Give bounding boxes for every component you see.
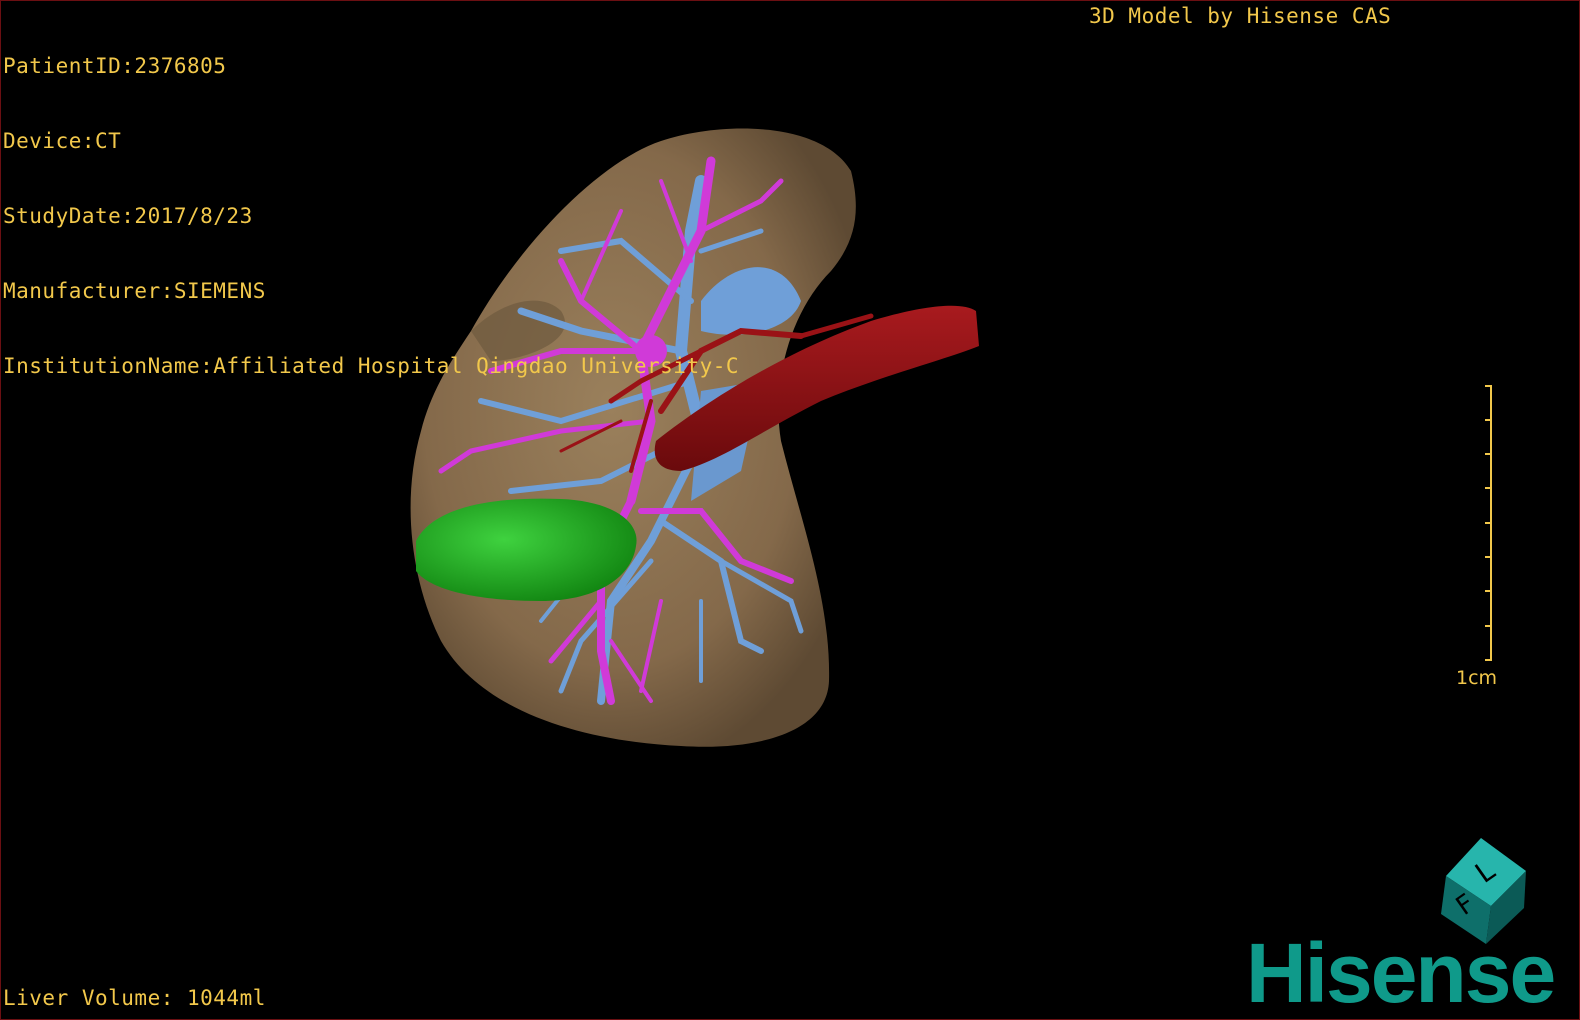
scale-label: 1cm: [1456, 667, 1498, 689]
study-date-text: StudyDate:2017/8/23: [3, 204, 253, 228]
hisense-logo: Hisense: [1246, 926, 1556, 1020]
institution-text: InstitutionName:Affiliated Hospital Qing…: [3, 354, 740, 378]
scale-bar: [1485, 385, 1492, 661]
model-credit-text: 3D Model by Hisense CAS: [1089, 4, 1392, 28]
device-text: Device:CT: [3, 129, 122, 153]
liver-volume-text: Liver Volume: 1044ml: [3, 986, 266, 1010]
manufacturer-text: Manufacturer:SIEMENS: [3, 279, 266, 303]
patient-info-overlay: PatientID:2376805 Device:CT StudyDate:20…: [3, 4, 739, 429]
patient-id-text: PatientID:2376805: [3, 54, 227, 78]
gallbladder: [416, 498, 637, 601]
3d-viewport[interactable]: PatientID:2376805 Device:CT StudyDate:20…: [0, 0, 1580, 1020]
